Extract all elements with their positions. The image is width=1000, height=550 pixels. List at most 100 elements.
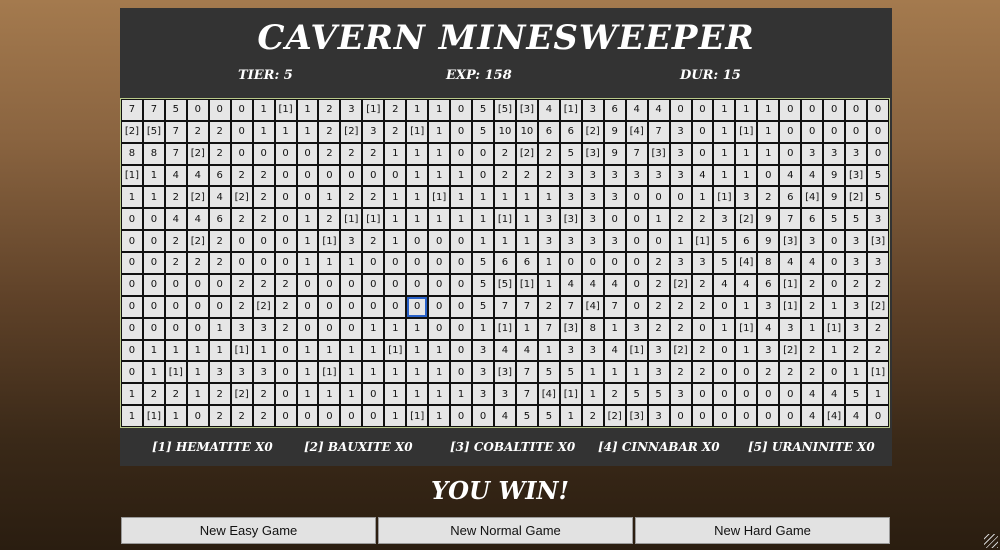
board-cell[interactable]: [2] xyxy=(187,231,208,252)
board-cell[interactable]: 2 xyxy=(538,296,559,317)
board-cell[interactable]: 1 xyxy=(407,187,428,208)
board-cell[interactable]: [1] xyxy=(626,340,647,361)
board-cell[interactable]: 0 xyxy=(385,274,406,295)
board-cell[interactable]: 2 xyxy=(648,253,669,273)
board-cell[interactable]: 0 xyxy=(385,253,406,273)
board-cell[interactable]: 2 xyxy=(495,143,515,164)
board-cell[interactable]: 0 xyxy=(868,100,888,120)
board-cell[interactable]: 2 xyxy=(231,274,252,295)
board-cell[interactable]: 5 xyxy=(473,274,494,295)
board-cell[interactable]: 3 xyxy=(824,143,845,164)
board-cell[interactable]: 1 xyxy=(407,362,428,383)
board-cell[interactable]: 0 xyxy=(670,187,691,208)
board-cell[interactable]: 2 xyxy=(516,165,537,186)
board-cell[interactable]: 4 xyxy=(495,340,515,361)
board-cell[interactable]: 4 xyxy=(582,274,603,295)
board-cell[interactable]: 0 xyxy=(736,406,757,426)
board-cell[interactable]: 6 xyxy=(209,165,230,186)
board-cell[interactable]: 4 xyxy=(165,165,186,186)
board-cell[interactable]: 4 xyxy=(495,406,515,426)
board-cell[interactable]: 2 xyxy=(670,362,691,383)
board-cell[interactable]: 4 xyxy=(560,274,581,295)
board-cell[interactable]: 0 xyxy=(451,253,472,273)
board-cell[interactable]: 5 xyxy=(626,384,647,405)
board-cell[interactable]: 8 xyxy=(143,143,164,164)
board-cell[interactable]: 1 xyxy=(385,231,406,252)
board-cell[interactable]: 0 xyxy=(363,384,384,405)
board-cell[interactable]: 0 xyxy=(297,187,318,208)
board-cell[interactable]: 4 xyxy=(692,165,713,186)
board-cell[interactable]: [2] xyxy=(736,209,757,230)
board-cell[interactable]: 0 xyxy=(143,209,164,230)
board-cell[interactable]: 2 xyxy=(385,121,406,142)
board-cell[interactable]: 2 xyxy=(846,340,867,361)
board-cell[interactable]: 7 xyxy=(560,296,581,317)
board-cell[interactable]: 2 xyxy=(341,143,362,164)
board-cell[interactable]: 1 xyxy=(341,253,362,273)
board-cell[interactable]: 3 xyxy=(560,340,581,361)
board-cell[interactable]: 2 xyxy=(670,318,691,339)
board-cell[interactable]: 1 xyxy=(736,340,757,361)
board-cell[interactable]: 3 xyxy=(758,296,779,317)
board-cell[interactable]: [1] xyxy=(407,121,428,142)
board-cell[interactable]: 6 xyxy=(736,231,757,252)
board-cell[interactable]: 9 xyxy=(604,121,625,142)
board-cell[interactable]: 2 xyxy=(143,384,164,405)
board-cell[interactable]: [1] xyxy=(736,121,757,142)
board-cell[interactable]: 5 xyxy=(714,253,735,273)
board-cell[interactable]: 5 xyxy=(473,121,494,142)
board-cell[interactable]: 6 xyxy=(604,100,625,120)
board-cell[interactable]: [1] xyxy=(824,318,845,339)
board-cell[interactable]: 0 xyxy=(231,253,252,273)
board-cell[interactable]: 3 xyxy=(473,340,494,361)
board-cell[interactable]: 3 xyxy=(582,100,603,120)
board-cell[interactable]: 0 xyxy=(736,384,757,405)
board-cell[interactable]: 0 xyxy=(363,274,384,295)
board-cell[interactable]: 0 xyxy=(429,231,450,252)
board-cell[interactable]: 1 xyxy=(538,187,559,208)
board-cell[interactable]: 0 xyxy=(275,231,296,252)
board-cell[interactable]: 4 xyxy=(780,253,801,273)
board-cell[interactable]: 2 xyxy=(363,187,384,208)
board-cell[interactable]: 4 xyxy=(516,340,537,361)
board-cell[interactable]: 5 xyxy=(868,165,888,186)
board-cell[interactable]: 2 xyxy=(758,187,779,208)
board-cell[interactable]: 1 xyxy=(451,187,472,208)
board-cell[interactable]: 1 xyxy=(275,121,296,142)
board-cell[interactable]: 2 xyxy=(670,296,691,317)
board-cell[interactable]: 4 xyxy=(538,100,559,120)
board-cell[interactable]: 3 xyxy=(868,253,888,273)
board-cell[interactable]: 2 xyxy=(319,121,340,142)
board-cell[interactable]: 4 xyxy=(604,274,625,295)
board-cell[interactable]: 3 xyxy=(868,209,888,230)
board-cell[interactable]: 0 xyxy=(209,274,230,295)
board-cell[interactable]: 3 xyxy=(846,143,867,164)
board-cell[interactable]: 1 xyxy=(473,209,494,230)
board-cell[interactable]: 0 xyxy=(253,253,274,273)
board-cell[interactable]: 0 xyxy=(143,253,164,273)
board-cell[interactable]: 0 xyxy=(473,165,494,186)
board-cell[interactable]: 2 xyxy=(692,274,713,295)
board-cell[interactable]: 2 xyxy=(231,406,252,426)
board-cell[interactable]: 3 xyxy=(473,362,494,383)
board-cell[interactable]: 0 xyxy=(209,100,230,120)
board-cell[interactable]: 2 xyxy=(275,274,296,295)
board-cell[interactable]: 1 xyxy=(385,362,406,383)
board-cell[interactable]: 1 xyxy=(758,121,779,142)
board-cell[interactable]: 2 xyxy=(209,121,230,142)
board-cell[interactable]: 5 xyxy=(846,209,867,230)
board-cell[interactable]: 3 xyxy=(604,187,625,208)
board-cell[interactable]: 8 xyxy=(122,143,142,164)
board-cell[interactable]: 1 xyxy=(385,209,406,230)
board-cell[interactable]: 2 xyxy=(538,143,559,164)
board-cell[interactable]: 5 xyxy=(560,362,581,383)
board-cell[interactable]: 3 xyxy=(341,231,362,252)
board-cell[interactable]: 1 xyxy=(758,100,779,120)
board-cell[interactable]: 4 xyxy=(780,165,801,186)
board-cell[interactable]: 1 xyxy=(319,187,340,208)
board-cell[interactable]: 1 xyxy=(143,340,164,361)
board-cell[interactable]: 1 xyxy=(824,296,845,317)
board-cell[interactable]: 0 xyxy=(824,100,845,120)
board-cell[interactable]: 9 xyxy=(758,209,779,230)
board-cell[interactable]: 7 xyxy=(165,143,186,164)
